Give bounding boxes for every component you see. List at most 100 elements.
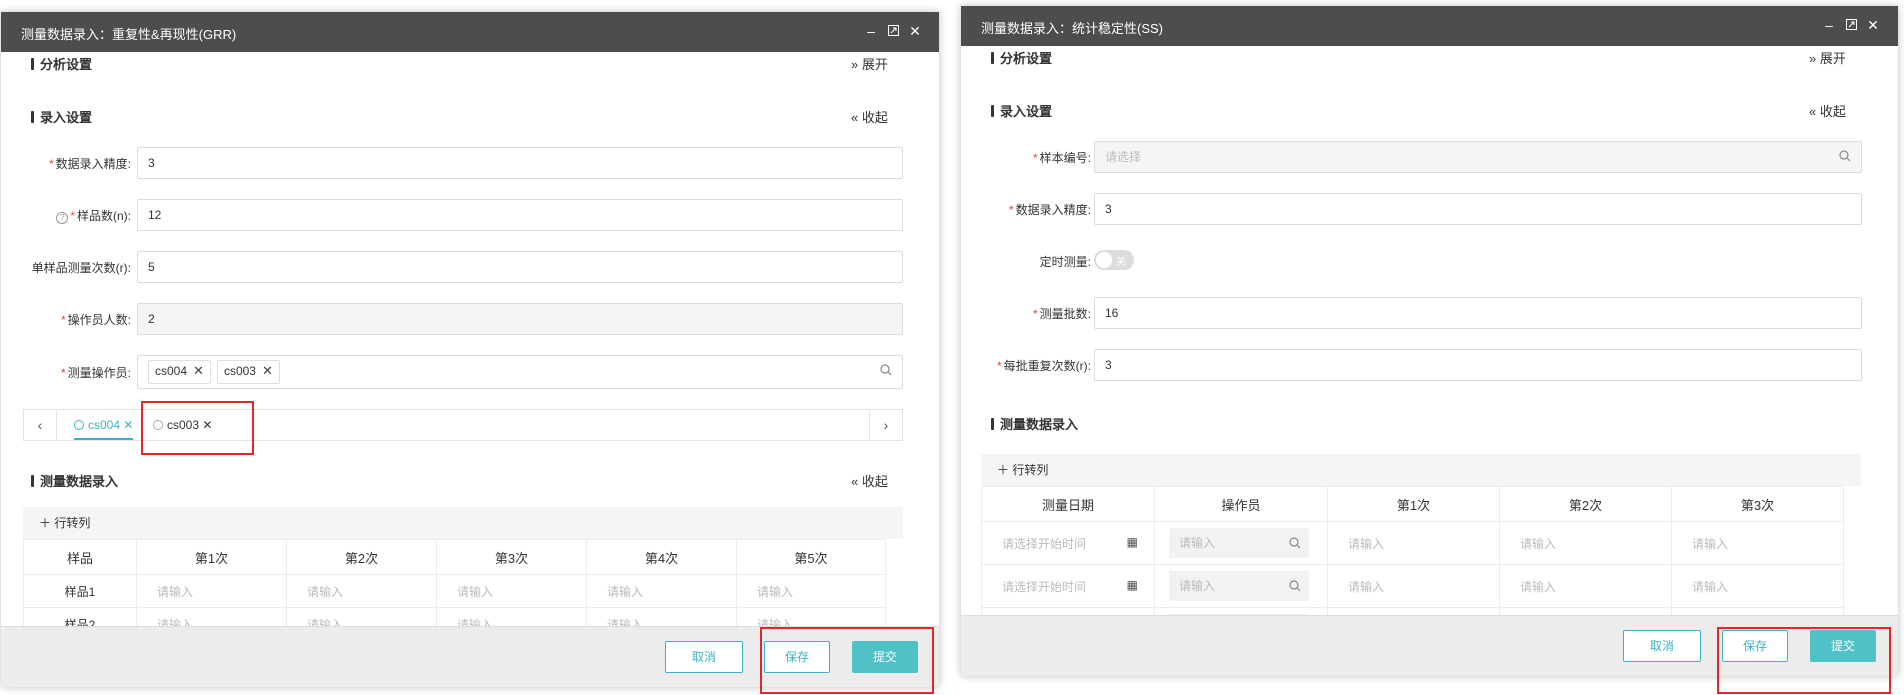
col-header: 第2次 [286, 539, 437, 575]
batches-input[interactable]: 16 [1094, 297, 1862, 329]
cell-input[interactable]: 请输入 [736, 607, 886, 627]
tab-next-arrow[interactable]: › [869, 410, 902, 440]
dialog-titlebar[interactable]: 测量数据录入：统计稳定性(SS) – ✕ [961, 6, 1898, 46]
dialog-titlebar[interactable]: 测量数据录入：重复性&再现性(GRR) – ✕ [1, 12, 939, 52]
cell-input[interactable]: 请输入 [136, 574, 287, 608]
tab-prev-arrow[interactable]: ‹ [24, 410, 57, 440]
double-chevron-up-icon: « [1809, 104, 1817, 119]
cell-input[interactable]: 请输入 [586, 607, 737, 627]
entry-collapse-link[interactable]: « 收起 [1809, 101, 1846, 120]
row-label: 样品1 [23, 574, 137, 608]
timed-switch[interactable]: 关 [1094, 250, 1134, 270]
cancel-button[interactable]: 取消 [1623, 630, 1701, 662]
cell-input[interactable]: 请输入 [1671, 521, 1844, 565]
data-collapse-link[interactable]: « 收起 [851, 471, 888, 490]
precision-input[interactable]: 3 [137, 147, 903, 179]
samples-input[interactable]: 12 [137, 199, 903, 231]
search-icon[interactable] [1289, 537, 1301, 549]
operator-tag: cs004 ✕ [148, 360, 211, 384]
sample-no-placeholder: 请选择 [1105, 150, 1142, 164]
grr-dialog: 测量数据录入：重复性&再现性(GRR) – ✕ 分析设置 » 展开 录入设置 «… [1, 12, 939, 687]
cell-input[interactable]: 请输入 [436, 607, 587, 627]
operators-select[interactable]: cs004 ✕ cs003 ✕ [137, 355, 903, 389]
col-header: 第1次 [1327, 486, 1500, 522]
dialog-title: 测量数据录入：重复性&再现性(GRR) [21, 27, 237, 42]
operators-count-input: 2 [137, 303, 903, 335]
col-header: 第3次 [1671, 486, 1844, 522]
minimize-icon[interactable]: – [863, 22, 879, 40]
tab-close-icon[interactable]: ✕ [123, 418, 133, 432]
highlight-box [760, 627, 934, 694]
collapse-label: 收起 [1819, 104, 1846, 119]
maximize-icon[interactable] [1843, 16, 1859, 34]
cell-input[interactable]: 请输入 [1499, 521, 1672, 565]
minimize-icon[interactable]: – [1821, 16, 1837, 34]
tab-cs004[interactable]: cs004 ✕ [74, 410, 134, 440]
close-icon[interactable]: ✕ [907, 22, 923, 40]
row-to-col-button[interactable]: ＋ 行转列 [997, 463, 1048, 477]
cell-input[interactable]: 请输入 [736, 574, 886, 608]
data-section-title: 测量数据录入 [31, 471, 118, 490]
col-header: 样品 [23, 539, 137, 575]
cell-input[interactable]: 请输入 [136, 607, 287, 627]
cell-input[interactable]: 请输入 [286, 574, 437, 608]
search-icon[interactable] [1839, 150, 1851, 162]
analysis-expand-link[interactable]: » 展开 [851, 54, 888, 73]
precision-input[interactable]: 3 [1094, 193, 1862, 225]
expand-label: 展开 [1819, 51, 1846, 66]
help-icon[interactable]: ? [56, 212, 69, 224]
batches-label: * 测量批数: [1032, 307, 1091, 321]
cell-input[interactable]: 请输入 [1671, 564, 1844, 608]
plus-icon: ＋ [997, 463, 1010, 477]
ss-data-table: 测量日期 操作员 第1次 第2次 第3次 请选择开始时间 ▦ 请输入 请输入 请输… [981, 486, 1844, 616]
double-chevron-down-icon: » [1809, 51, 1817, 66]
table-header-row: 样品 第1次 第2次 第3次 第4次 第5次 [23, 539, 886, 575]
grr-data-table: 样品 第1次 第2次 第3次 第4次 第5次 样品1 请输入 请输入 请输入 请… [23, 539, 886, 627]
operator-cell[interactable]: 请输入 [1154, 564, 1328, 608]
plus-icon: ＋ [39, 516, 52, 530]
cell-input[interactable]: 请输入 [586, 574, 737, 608]
table-header-row: 测量日期 操作员 第1次 第2次 第3次 [981, 486, 1844, 522]
analysis-section-title: 分析设置 [991, 48, 1052, 67]
cell-input[interactable]: 请输入 [436, 574, 587, 608]
cell-input[interactable]: 请输入 [1327, 521, 1500, 565]
close-icon[interactable]: ✕ [1865, 16, 1881, 34]
search-icon[interactable] [1289, 580, 1301, 592]
precision-label: * 数据录入精度: [48, 157, 131, 171]
reps-input[interactable]: 5 [137, 251, 903, 283]
ss-dialog: 测量数据录入：统计稳定性(SS) – ✕ 分析设置 » 展开 录入设置 « 收起… [961, 6, 1898, 676]
operators-count-label: * 操作员人数: [60, 313, 131, 327]
col-header: 第1次 [136, 539, 287, 575]
col-header: 测量日期 [981, 486, 1155, 522]
operator-cell[interactable]: 请输入 [1154, 521, 1328, 565]
dialog-body: 分析设置 » 展开 录入设置 « 收起 * 样本编号: 请选择 * 数据录入精度: … [961, 46, 1898, 616]
analysis-expand-link[interactable]: » 展开 [1809, 48, 1846, 67]
cell-input[interactable]: 请输入 [1499, 564, 1672, 608]
cell-input[interactable]: 请输入 [1327, 564, 1500, 608]
data-section-title: 测量数据录入 [991, 414, 1078, 433]
calendar-icon[interactable]: ▦ [1127, 578, 1138, 592]
col-header: 第3次 [436, 539, 587, 575]
double-chevron-down-icon: » [851, 57, 859, 72]
date-cell[interactable]: 请选择开始时间▦ [981, 521, 1155, 565]
col-header: 操作员 [1154, 486, 1328, 522]
cell-input[interactable]: 请输入 [286, 607, 437, 627]
sample-no-select[interactable]: 请选择 [1094, 141, 1862, 173]
tag-close-icon[interactable]: ✕ [193, 363, 204, 378]
row-to-col-button[interactable]: ＋ 行转列 [39, 516, 90, 530]
date-cell[interactable]: 请选择开始时间▦ [981, 564, 1155, 608]
cancel-button[interactable]: 取消 [665, 641, 743, 673]
double-chevron-up-icon: « [851, 110, 859, 125]
repeat-input[interactable]: 3 [1094, 349, 1862, 381]
collapse-label: 收起 [861, 474, 888, 489]
highlight-box [1717, 627, 1891, 694]
entry-section-label: 录入设置 [40, 110, 93, 125]
calendar-icon[interactable]: ▦ [1127, 535, 1138, 549]
analysis-section-label: 分析设置 [1000, 51, 1053, 66]
reps-label: 单样品测量次数(r): [31, 261, 131, 275]
entry-collapse-link[interactable]: « 收起 [851, 107, 888, 126]
maximize-icon[interactable] [885, 22, 901, 40]
search-icon[interactable] [880, 364, 892, 376]
tag-close-icon[interactable]: ✕ [262, 363, 273, 378]
analysis-section-label: 分析设置 [40, 57, 93, 72]
